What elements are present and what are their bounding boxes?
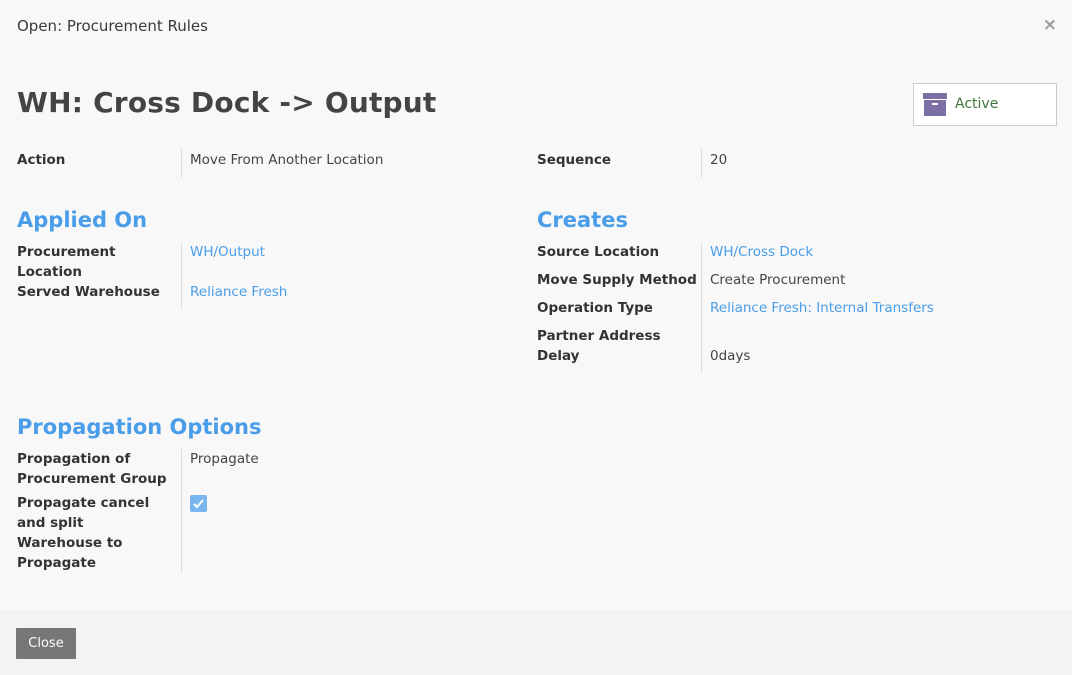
modal-title: Open: Procurement Rules bbox=[17, 17, 208, 35]
source-location-link[interactable]: WH/Cross Dock bbox=[710, 242, 813, 262]
record-title: WH: Cross Dock -> Output bbox=[17, 86, 437, 119]
close-button[interactable]: Close bbox=[16, 628, 76, 659]
propagate-cancel-label-line1: Propagate cancel bbox=[17, 495, 150, 511]
propagation-group-label-line1: Propagation of bbox=[17, 451, 131, 467]
modal-header: Open: Procurement Rules × bbox=[0, 0, 1072, 56]
checkmark-icon bbox=[193, 499, 204, 509]
operation-type-link[interactable]: Reliance Fresh: Internal Transfers bbox=[710, 298, 934, 318]
procurement-location-label-line2: Location bbox=[17, 264, 82, 280]
served-warehouse-link[interactable]: Reliance Fresh bbox=[190, 282, 287, 302]
propagation-options-heading: Propagation Options bbox=[17, 415, 262, 439]
field-separator bbox=[181, 148, 182, 178]
field-separator bbox=[701, 242, 702, 373]
field-separator bbox=[701, 148, 702, 178]
partner-address-delay-label-line2: Delay bbox=[537, 348, 580, 364]
modal-body: WH: Cross Dock -> Output Active Action M… bbox=[0, 56, 1072, 610]
close-icon[interactable]: × bbox=[1043, 15, 1057, 35]
operation-type-label: Operation Type bbox=[537, 300, 653, 316]
sequence-label: Sequence bbox=[537, 152, 612, 168]
partner-address-delay-label-line1: Partner Address bbox=[537, 328, 661, 344]
sequence-value[interactable]: 20 bbox=[710, 150, 727, 170]
field-separator bbox=[181, 242, 182, 310]
served-warehouse-label: Served Warehouse bbox=[17, 284, 160, 300]
active-label: Active bbox=[955, 96, 999, 112]
partner-address-delay-value[interactable]: 0days bbox=[710, 346, 750, 366]
warehouse-to-propagate-label-line2: Propagate bbox=[17, 555, 96, 571]
active-toggle-button[interactable]: Active bbox=[913, 83, 1057, 126]
procurement-location-label-line1: Procurement bbox=[17, 244, 116, 260]
archive-icon bbox=[923, 93, 947, 116]
applied-on-heading: Applied On bbox=[17, 208, 148, 232]
source-location-label: Source Location bbox=[537, 244, 660, 260]
field-separator bbox=[181, 449, 182, 573]
modal-footer: Close bbox=[0, 610, 1072, 675]
action-label: Action bbox=[17, 152, 66, 168]
move-supply-method-value[interactable]: Create Procurement bbox=[710, 270, 845, 290]
propagate-cancel-checkbox[interactable] bbox=[190, 495, 207, 512]
procurement-location-link[interactable]: WH/Output bbox=[190, 242, 265, 262]
propagation-group-label-line2: Procurement Group bbox=[17, 471, 167, 487]
creates-heading: Creates bbox=[537, 208, 628, 232]
propagation-group-value[interactable]: Propagate bbox=[190, 449, 259, 469]
action-value[interactable]: Move From Another Location bbox=[190, 150, 383, 170]
move-supply-method-label: Move Supply Method bbox=[537, 272, 697, 288]
propagate-cancel-label-line2: and split bbox=[17, 515, 84, 531]
warehouse-to-propagate-label-line1: Warehouse to bbox=[17, 535, 123, 551]
